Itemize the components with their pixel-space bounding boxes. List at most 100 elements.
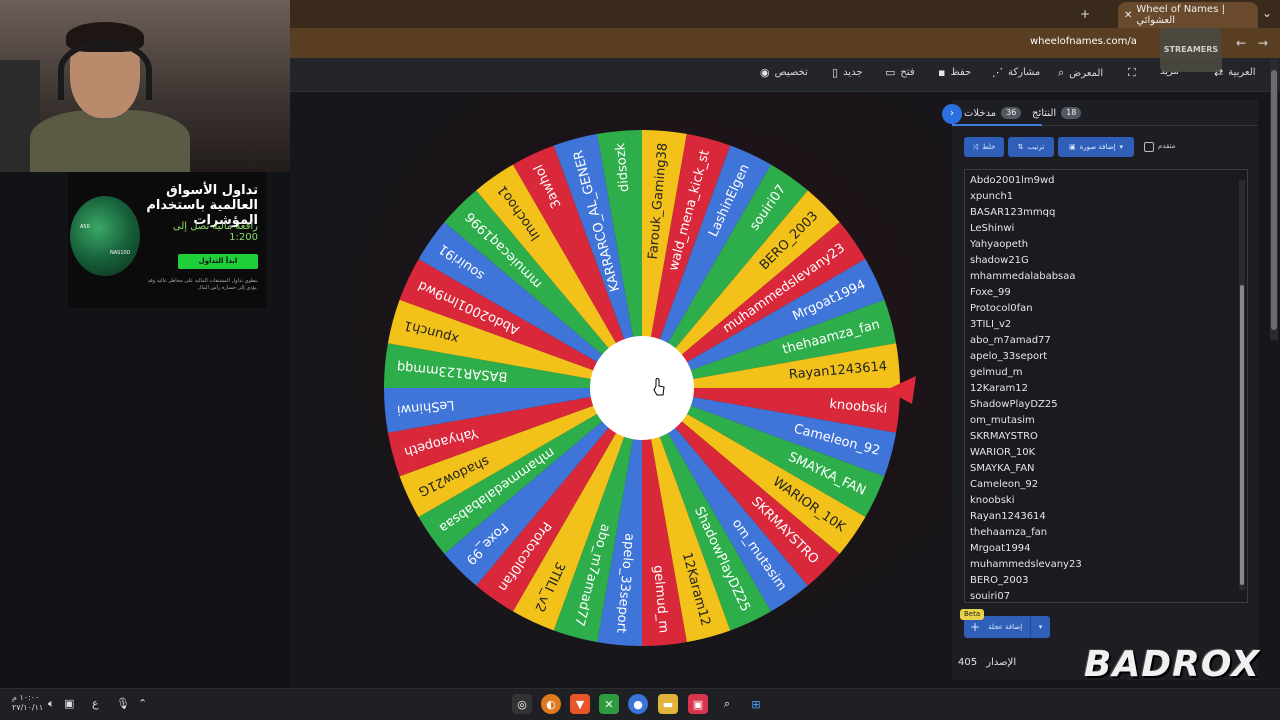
blender-icon[interactable]: ◐: [541, 694, 561, 714]
language-indicator[interactable]: ع: [92, 697, 99, 710]
search-icon: ⌕: [1058, 66, 1065, 79]
active-tab-indicator: [952, 124, 1042, 126]
entry-item[interactable]: thehaamza_fan: [970, 525, 1082, 541]
tab-menu-chevron-icon[interactable]: ⌄: [1262, 6, 1272, 20]
entry-item[interactable]: knoobski: [970, 493, 1082, 509]
entries-textarea[interactable]: Abdo2001lm9wd xpunch1 BASAR123mmqq LeShinwi…: [964, 169, 1248, 603]
entry-item[interactable]: BERO_2003: [970, 573, 1082, 589]
network-icon[interactable]: ▣: [64, 697, 74, 710]
entry-item[interactable]: om_mutasim: [970, 413, 1082, 429]
tray-chevron-up-icon[interactable]: ⌃: [138, 697, 147, 710]
close-tab-icon[interactable]: ✕: [1124, 10, 1132, 21]
wheel-container[interactable]: knoobski Cameleon_92 SMAYKA_FAN WARIOR_10K S…: [382, 128, 902, 648]
xbox-icon[interactable]: ✕: [599, 694, 619, 714]
customize-button[interactable]: ◉ تخصيص: [760, 66, 808, 79]
streamers-logo: STREAMERS: [1160, 28, 1222, 72]
open-button[interactable]: ▭ فتح: [885, 66, 915, 79]
forward-icon[interactable]: →: [1258, 36, 1268, 50]
page-scroll-thumb[interactable]: [1271, 70, 1277, 330]
badrox-logo: BADROX: [1084, 644, 1260, 685]
search-icon[interactable]: ⌕: [717, 694, 737, 714]
image-icon: ▣: [1068, 143, 1076, 151]
collapse-panel-button[interactable]: ›: [942, 104, 962, 124]
share-icon: ⋰: [992, 66, 1003, 79]
file-explorer-icon[interactable]: ▬: [658, 694, 678, 714]
wheel[interactable]: knoobskiCameleon_92SMAYKA_FANWARIOR_10KS…: [382, 128, 902, 648]
ad-cta-button[interactable]: ابدأ التداول: [178, 254, 258, 269]
entry-item[interactable]: Cameleon_92: [970, 477, 1082, 493]
obs-icon[interactable]: ◎: [512, 694, 532, 714]
chevron-down-icon: ▾: [1119, 143, 1124, 151]
sort-icon: ⇅: [1017, 143, 1024, 151]
results-count-badge: 18: [1061, 107, 1082, 119]
windows-start-icon[interactable]: ⊞: [746, 694, 766, 714]
globe-icon: [70, 196, 140, 276]
chrome-icon[interactable]: ●: [628, 694, 648, 714]
fullscreen-button[interactable]: ⛶: [1128, 66, 1136, 80]
person-shirt: [30, 110, 190, 172]
entry-item[interactable]: Yahyaopeth: [970, 237, 1082, 253]
new-button[interactable]: ▯ جديد: [832, 66, 863, 79]
tab-entries[interactable]: مدخلات 36: [964, 107, 1022, 119]
entry-item[interactable]: xpunch1: [970, 189, 1082, 205]
tab-results[interactable]: النتائج 18: [1032, 107, 1082, 119]
fullscreen-icon: ⛶: [1128, 66, 1136, 79]
entry-item[interactable]: souiri07: [970, 589, 1082, 605]
app-icon[interactable]: ▣: [688, 694, 708, 714]
headset: [58, 40, 152, 100]
brave-icon[interactable]: ▼: [570, 694, 590, 714]
entry-item[interactable]: Abdo2001lm9wd: [970, 173, 1082, 189]
advanced-checkbox[interactable]: [1144, 142, 1154, 152]
version-label: الإصدار: [986, 657, 1017, 668]
entry-item[interactable]: WARIOR_10K: [970, 445, 1082, 461]
entry-item[interactable]: Rayan1243614: [970, 509, 1082, 525]
mouse-cursor-icon: [653, 378, 665, 396]
new-tab-button[interactable]: +: [1080, 7, 1090, 21]
entry-item[interactable]: muhammedslevany23: [970, 557, 1082, 573]
add-image-button[interactable]: ▣ إضافة صورة ▾: [1058, 137, 1134, 157]
wheel-pointer-icon: [886, 376, 916, 404]
wheel-center-button[interactable]: [590, 336, 694, 440]
gallery-button[interactable]: ⌕ المعرض: [1058, 66, 1103, 80]
share-button[interactable]: ⋰ مشاركة: [992, 66, 1040, 79]
ad-subtitle: رافعة مالية تصل إلى 1:200: [172, 221, 258, 243]
entry-item[interactable]: abo_m7amad77: [970, 333, 1082, 349]
palette-icon: ◉: [760, 66, 770, 79]
entry-item[interactable]: Mrgoat1994: [970, 541, 1082, 557]
save-button[interactable]: ▪ حفظ: [938, 66, 971, 79]
taskbar-clock[interactable]: ١٠:٠٠ م ٢٧/١٠/١١: [12, 693, 43, 713]
entry-item[interactable]: SMAYKA_FAN: [970, 461, 1082, 477]
entry-item[interactable]: 12Karam12: [970, 381, 1082, 397]
entries-scroll-thumb[interactable]: [1240, 285, 1244, 585]
browser-tab-active[interactable]: ✕ Wheel of Names | العشوائي: [1118, 2, 1258, 28]
microphone-icon[interactable]: 🎙︎: [116, 697, 130, 710]
ad-label-a50: A50: [80, 224, 90, 230]
entry-item[interactable]: BASAR123mmqq: [970, 205, 1082, 221]
entry-item[interactable]: Foxe_99: [970, 285, 1082, 301]
beta-badge: Beta: [960, 609, 985, 620]
ad-label-nas100: NAS100: [110, 250, 130, 256]
entry-item[interactable]: mhammedalababsaa: [970, 269, 1082, 285]
version-info: 405 الإصدار: [958, 657, 1016, 668]
save-icon: ▪: [938, 66, 946, 79]
entry-item[interactable]: 3TILI_v2: [970, 317, 1082, 333]
sort-button[interactable]: ⇅ ترتيب: [1008, 137, 1054, 157]
tab-title: Wheel of Names | العشوائي: [1136, 4, 1225, 26]
entry-item[interactable]: gelmud_m: [970, 365, 1082, 381]
entries-list: Abdo2001lm9wd xpunch1 BASAR123mmqq LeShinwi…: [970, 173, 1082, 605]
entry-item[interactable]: SKRMAYSTRO: [970, 429, 1082, 445]
back-icon[interactable]: ←: [1236, 36, 1246, 50]
shuffle-button[interactable]: ⤨ خلط: [964, 137, 1004, 157]
file-icon: ▯: [832, 66, 839, 79]
entry-item[interactable]: Protocol0fan: [970, 301, 1082, 317]
entry-item[interactable]: apelo_33seport: [970, 349, 1082, 365]
entry-item[interactable]: shadow21G: [970, 253, 1082, 269]
url-text[interactable]: wheelofnames.com/a: [1030, 36, 1137, 47]
entry-item[interactable]: LeShinwi: [970, 221, 1082, 237]
entry-item[interactable]: ShadowPlayDZ25: [970, 397, 1082, 413]
chevron-down-icon[interactable]: ▾: [1030, 616, 1050, 638]
version-number: 405: [958, 657, 978, 668]
volume-icon[interactable]: 🔈︎: [48, 697, 55, 711]
webcam-overlay: [0, 0, 290, 172]
folder-icon: ▭: [885, 66, 896, 79]
